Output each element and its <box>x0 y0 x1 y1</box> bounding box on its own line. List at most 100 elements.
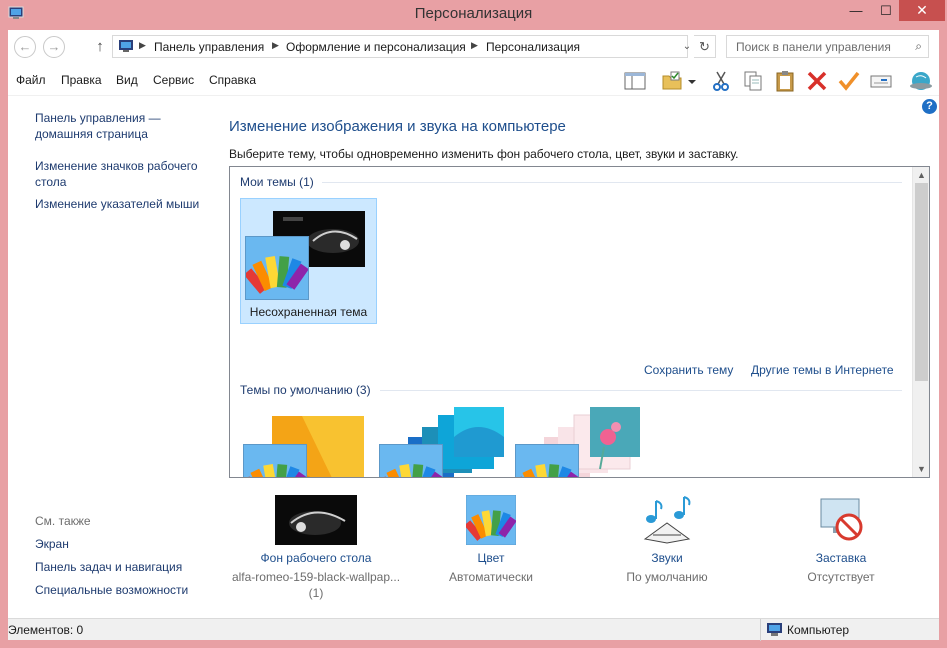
control-panel-home-link[interactable]: Панель управления — домашняя страница <box>35 110 185 142</box>
setting-value: Отсутствует <box>807 570 875 584</box>
setting-color[interactable]: Цвет Автоматически <box>438 495 544 585</box>
forward-button[interactable]: → <box>43 36 65 58</box>
address-history-button[interactable]: ⌄ <box>680 35 694 58</box>
chevron-up-icon: ▲ <box>917 170 926 180</box>
wallpaper-thumbnail-icon <box>275 495 357 545</box>
globe-icon[interactable] <box>907 70 935 92</box>
see-also-display-link[interactable]: Экран <box>35 536 69 552</box>
scroll-down-button[interactable]: ▼ <box>913 461 929 477</box>
save-theme-link[interactable]: Сохранить тему <box>644 363 733 377</box>
menu-edit[interactable]: Правка <box>61 73 102 87</box>
setting-title: Заставка <box>815 551 867 565</box>
properties-folder-icon[interactable] <box>660 70 684 92</box>
help-icon[interactable]: ? <box>922 99 937 114</box>
checkmark-icon[interactable] <box>837 70 861 92</box>
close-button[interactable]: ✕ <box>899 0 945 21</box>
minimize-button[interactable]: — <box>840 0 872 21</box>
search-icon[interactable]: ⌕ <box>915 39 922 54</box>
theme-tile-unsaved[interactable]: Несохраненная тема <box>240 198 377 324</box>
status-item-count: Элементов: 0 <box>8 623 84 637</box>
setting-title: Фон рабочего стола <box>260 551 372 565</box>
theme-tile-default-1[interactable] <box>240 407 377 477</box>
copy-icon[interactable] <box>741 70 765 92</box>
delete-icon[interactable] <box>805 70 829 92</box>
group-divider <box>322 182 902 183</box>
group-divider <box>380 390 902 391</box>
left-navigation-pane: Панель управления — домашняя страница Из… <box>8 96 218 616</box>
back-button[interactable]: ← <box>14 36 36 58</box>
color-palette-icon <box>379 444 443 477</box>
my-themes-group-title: Мои темы (1) <box>240 175 314 189</box>
menu-file[interactable]: Файл <box>16 73 46 87</box>
arrow-up-icon: ↑ <box>96 38 104 55</box>
window-client-area: ← → ↑ ▶ Панель управления ▶ Оформление и… <box>8 30 939 641</box>
setting-value: По умолчанию <box>626 570 708 584</box>
address-row: ← → ↑ ▶ Панель управления ▶ Оформление и… <box>8 30 939 64</box>
breadcrumb-control-panel[interactable]: Панель управления <box>154 40 264 54</box>
keyboard-icon[interactable] <box>869 70 893 92</box>
setting-desktop-background[interactable]: Фон рабочего стола alfa-romeo-159-black-… <box>228 495 404 601</box>
color-palette-icon <box>466 495 516 545</box>
color-palette-icon <box>245 236 309 300</box>
music-notes-icon <box>643 496 691 544</box>
control-panel-icon <box>119 40 133 52</box>
setting-value-count: (1) <box>308 586 324 600</box>
address-bar[interactable]: ▶ Панель управления ▶ Оформление и персо… <box>112 35 688 58</box>
default-themes-group-title: Темы по умолчанию (3) <box>240 383 371 397</box>
layout-icon[interactable] <box>623 70 647 92</box>
paste-icon[interactable] <box>773 70 797 92</box>
title-bar[interactable]: Персонализация — ☐ ✕ <box>0 0 947 28</box>
menu-view[interactable]: Вид <box>116 73 138 87</box>
search-input[interactable]: Поиск в панели управления ⌕ <box>726 35 929 58</box>
menu-bar: Файл Правка Вид Сервис Справка <box>8 64 939 96</box>
computer-icon <box>767 623 782 636</box>
status-bar: Элементов: 0 Компьютер <box>8 618 939 641</box>
status-divider <box>760 619 761 641</box>
see-also-accessibility-link[interactable]: Специальные возможности <box>35 582 188 598</box>
theme-list-scrollbar[interactable]: ▲ ▼ <box>912 167 929 477</box>
status-location: Компьютер <box>787 623 850 637</box>
menu-tools[interactable]: Сервис <box>153 73 194 87</box>
online-themes-link[interactable]: Другие темы в Интернете <box>751 363 894 377</box>
theme-list[interactable]: Мои темы (1) Несохраненная тема Сохранит… <box>229 166 930 478</box>
see-also-taskbar-link[interactable]: Панель задач и навигация <box>35 559 182 575</box>
chevron-down-icon: ⌄ <box>682 41 692 52</box>
chevron-down-icon: ▼ <box>917 464 926 474</box>
breadcrumb-chevron-icon: ▶ <box>139 40 146 50</box>
setting-value: alfa-romeo-159-black-wallpap... <box>231 570 401 584</box>
arrow-right-icon: → <box>47 39 61 54</box>
breadcrumb-personalization[interactable]: Персонализация <box>486 40 580 54</box>
maximize-button[interactable]: ☐ <box>872 0 900 21</box>
change-desktop-icons-link[interactable]: Изменение значков рабочего стола <box>35 158 210 190</box>
page-title: Изменение изображения и звука на компьют… <box>229 118 566 135</box>
change-mouse-pointers-link[interactable]: Изменение указателей мыши <box>35 196 215 212</box>
chevron-down-icon[interactable] <box>686 70 698 92</box>
refresh-button[interactable]: ↻ <box>694 35 716 58</box>
setting-sounds[interactable]: Звуки По умолчанию <box>612 495 722 585</box>
breadcrumb-chevron-icon: ▶ <box>272 40 279 50</box>
setting-title: Звуки <box>651 551 683 565</box>
screensaver-none-icon <box>820 498 863 541</box>
setting-screensaver[interactable]: Заставка Отсутствует <box>788 495 894 585</box>
breadcrumb-appearance[interactable]: Оформление и персонализация <box>286 40 466 54</box>
scroll-up-button[interactable]: ▲ <box>913 167 929 183</box>
refresh-icon: ↻ <box>699 39 710 54</box>
page-description: Выберите тему, чтобы одновременно измени… <box>229 147 739 161</box>
scroll-thumb[interactable] <box>915 183 928 381</box>
theme-tile-default-2[interactable] <box>376 407 513 477</box>
color-palette-icon <box>243 444 307 477</box>
arrow-left-icon: ← <box>18 39 32 54</box>
window-title: Персонализация <box>414 5 533 22</box>
cut-icon[interactable] <box>709 70 733 92</box>
personalization-window: Персонализация — ☐ ✕ ← → ↑ ▶ Панель упра… <box>0 0 947 648</box>
setting-value: Автоматически <box>449 570 533 584</box>
color-palette-icon <box>515 444 579 477</box>
theme-name: Несохраненная тема <box>249 305 368 319</box>
setting-title: Цвет <box>477 551 505 565</box>
theme-tile-default-3[interactable] <box>512 407 649 477</box>
up-button[interactable]: ↑ <box>92 37 108 57</box>
see-also-header: См. также <box>35 514 91 528</box>
search-placeholder: Поиск в панели управления <box>736 40 891 54</box>
breadcrumb-chevron-icon: ▶ <box>471 40 478 50</box>
menu-help[interactable]: Справка <box>209 73 256 87</box>
